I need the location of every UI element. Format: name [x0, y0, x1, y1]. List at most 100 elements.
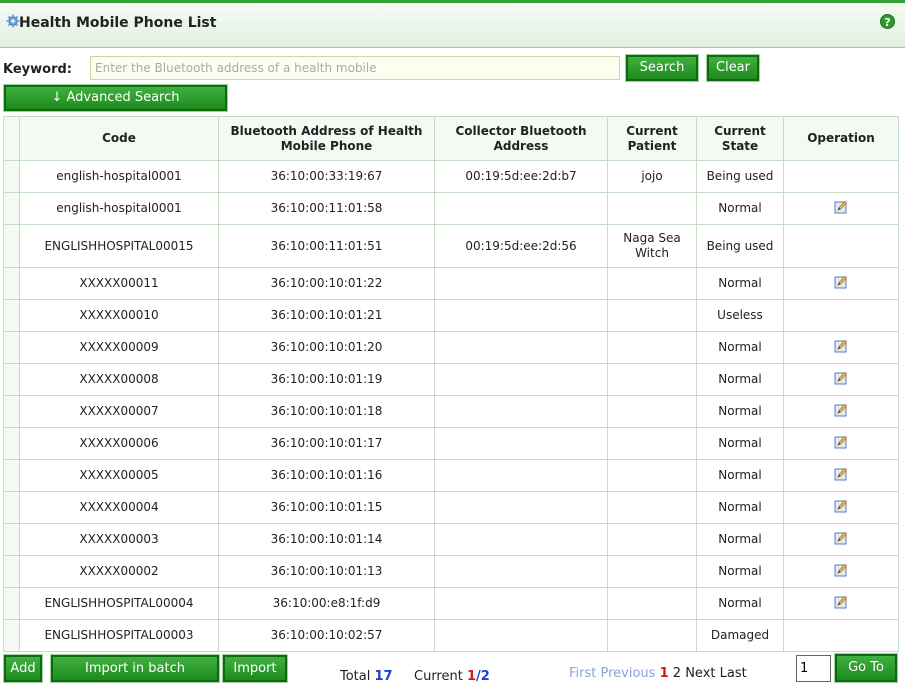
- first-page-link[interactable]: First: [569, 666, 596, 681]
- cell-bt-address: 36:10:00:10:01:17: [218, 427, 435, 460]
- table-row[interactable]: XXXXX00009 36:10:00:10:01:20 Normal: [3, 331, 899, 364]
- edit-icon[interactable]: [834, 499, 848, 513]
- row-selector-cell: [3, 395, 20, 428]
- cell-bt-address: 36:10:00:e8:1f:d9: [218, 587, 435, 620]
- table-row[interactable]: ENGLISHHOSPITAL00003 36:10:00:10:02:57 Dam…: [3, 619, 899, 652]
- cell-state: Normal: [696, 555, 784, 588]
- row-selector-cell: [3, 363, 20, 396]
- table-row[interactable]: XXXXX00002 36:10:00:10:01:13 Normal: [3, 555, 899, 588]
- help-icon[interactable]: ?: [880, 14, 895, 29]
- page-number-input[interactable]: [796, 655, 831, 682]
- cell-bt-address: 36:10:00:10:01:18: [218, 395, 435, 428]
- edit-icon[interactable]: [834, 595, 848, 609]
- cell-bt-address: 36:10:00:33:19:67: [218, 160, 435, 193]
- cell-patient: [607, 619, 697, 652]
- cell-code: ENGLISHHOSPITAL00003: [19, 619, 219, 652]
- search-button[interactable]: Search: [625, 54, 699, 82]
- cell-state: Normal: [696, 363, 784, 396]
- table-row[interactable]: XXXXX00003 36:10:00:10:01:14 Normal: [3, 523, 899, 556]
- table-row[interactable]: XXXXX00010 36:10:00:10:01:21 Useless: [3, 299, 899, 332]
- edit-icon[interactable]: [834, 467, 848, 481]
- cell-code: ENGLISHHOSPITAL00015: [19, 224, 219, 268]
- current-label: Current: [414, 669, 463, 684]
- cell-patient: [607, 523, 697, 556]
- clear-button[interactable]: Clear: [706, 54, 760, 82]
- keyword-input[interactable]: [90, 56, 620, 80]
- cell-collector-address: [434, 523, 608, 556]
- table-row[interactable]: XXXXX00005 36:10:00:10:01:16 Normal: [3, 459, 899, 492]
- table-row[interactable]: english-hospital0001 36:10:00:11:01:58 Nor…: [3, 192, 899, 225]
- cell-code: english-hospital0001: [19, 192, 219, 225]
- cell-patient: [607, 331, 697, 364]
- advanced-search-button[interactable]: ↓ Advanced Search: [3, 84, 228, 112]
- page-title: Health Mobile Phone List: [19, 15, 217, 31]
- table-row[interactable]: ENGLISHHOSPITAL00015 36:10:00:11:01:51 00:…: [3, 224, 899, 268]
- header-selector-cell: [3, 116, 20, 161]
- edit-icon[interactable]: [834, 435, 848, 449]
- edit-icon[interactable]: [834, 339, 848, 353]
- page-link-2[interactable]: 2: [673, 666, 681, 681]
- table-row[interactable]: XXXXX00008 36:10:00:10:01:19 Normal: [3, 363, 899, 396]
- cell-state: Normal: [696, 192, 784, 225]
- edit-icon[interactable]: [834, 200, 848, 214]
- cell-bt-address: 36:10:00:10:02:57: [218, 619, 435, 652]
- edit-icon[interactable]: [834, 563, 848, 577]
- cell-bt-address: 36:10:00:10:01:20: [218, 331, 435, 364]
- edit-icon[interactable]: [834, 371, 848, 385]
- row-selector-cell: [3, 267, 20, 300]
- cell-code: XXXXX00002: [19, 555, 219, 588]
- cell-patient: [607, 299, 697, 332]
- last-page-link[interactable]: Last: [720, 666, 747, 681]
- edit-icon[interactable]: [834, 531, 848, 545]
- table-row[interactable]: english-hospital0001 36:10:00:33:19:67 00:…: [3, 160, 899, 193]
- cell-patient: [607, 395, 697, 428]
- cell-patient: [607, 363, 697, 396]
- cell-code: ENGLISHHOSPITAL00004: [19, 587, 219, 620]
- cell-collector-address: [434, 363, 608, 396]
- edit-icon[interactable]: [834, 403, 848, 417]
- cell-state: Useless: [696, 299, 784, 332]
- current-page-value: 1: [466, 669, 477, 684]
- import-batch-button[interactable]: Import in batch: [50, 654, 220, 683]
- add-button[interactable]: Add: [3, 654, 43, 683]
- cell-bt-address: 36:10:00:10:01:14: [218, 523, 435, 556]
- row-selector-cell: [3, 459, 20, 492]
- cell-operation: [783, 331, 899, 364]
- cell-collector-address: 00:19:5d:ee:2d:56: [434, 224, 608, 268]
- goto-button[interactable]: Go To: [834, 653, 898, 683]
- cell-code: XXXXX00010: [19, 299, 219, 332]
- cell-collector-address: 00:19:5d:ee:2d:b7: [434, 160, 608, 193]
- cell-collector-address: [434, 587, 608, 620]
- table-row[interactable]: XXXXX00011 36:10:00:10:01:22 Normal: [3, 267, 899, 300]
- cell-collector-address: [434, 192, 608, 225]
- edit-icon[interactable]: [834, 275, 848, 289]
- next-page-link[interactable]: Next: [685, 666, 715, 681]
- cell-bt-address: 36:10:00:10:01:19: [218, 363, 435, 396]
- cell-bt-address: 36:10:00:10:01:22: [218, 267, 435, 300]
- table-row[interactable]: XXXXX00007 36:10:00:10:01:18 Normal: [3, 395, 899, 428]
- cell-operation: [783, 267, 899, 300]
- cell-operation: [783, 160, 899, 193]
- cell-state: Being used: [696, 224, 784, 268]
- row-selector-cell: [3, 491, 20, 524]
- cell-patient: [607, 427, 697, 460]
- previous-page-link[interactable]: Previous: [601, 666, 656, 681]
- cell-state: Normal: [696, 395, 784, 428]
- table-row[interactable]: XXXXX00004 36:10:00:10:01:15 Normal: [3, 491, 899, 524]
- row-selector-cell: [3, 587, 20, 620]
- cell-bt-address: 36:10:00:10:01:21: [218, 299, 435, 332]
- total-count: Total 17: [340, 669, 393, 684]
- cell-collector-address: [434, 619, 608, 652]
- cell-bt-address: 36:10:00:11:01:51: [218, 224, 435, 268]
- page-link-1[interactable]: 1: [660, 666, 669, 681]
- row-selector-cell: [3, 299, 20, 332]
- table-row[interactable]: ENGLISHHOSPITAL00004 36:10:00:e8:1f:d9 Nor…: [3, 587, 899, 620]
- cell-bt-address: 36:10:00:10:01:15: [218, 491, 435, 524]
- current-page-indicator: Current 1/2: [414, 669, 490, 684]
- title-bar: Health Mobile Phone List ?: [0, 0, 905, 48]
- cell-state: Normal: [696, 331, 784, 364]
- cell-patient: [607, 459, 697, 492]
- cell-collector-address: [434, 395, 608, 428]
- import-button[interactable]: Import: [222, 654, 288, 683]
- table-row[interactable]: XXXXX00006 36:10:00:10:01:17 Normal: [3, 427, 899, 460]
